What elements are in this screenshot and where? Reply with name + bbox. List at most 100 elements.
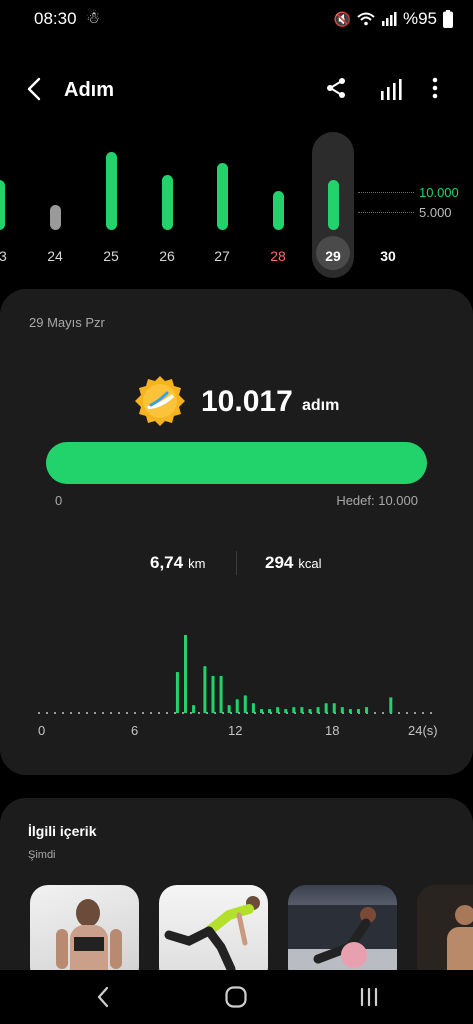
battery-percent: %95 — [402, 9, 437, 28]
day-bar-23[interactable] — [0, 180, 5, 230]
baseline-dot — [150, 712, 152, 714]
battery-icon — [443, 10, 453, 28]
weekly-steps-chart[interactable]: 10.000 5.000 23 24 25 26 27 28 29 30 — [0, 128, 473, 288]
hour-tick-label: 6 — [131, 723, 139, 738]
goal-line-low — [358, 212, 414, 213]
hour-bar — [268, 709, 272, 713]
baseline-dot — [398, 712, 400, 714]
nav-recents-icon[interactable] — [356, 984, 382, 1010]
goal-progress-fill — [46, 442, 427, 484]
hour-bar — [292, 707, 296, 713]
mute-icon: 🔇 — [333, 10, 351, 27]
baseline-dot — [86, 712, 88, 714]
hour-bar — [192, 705, 196, 713]
day-bar-29[interactable] — [327, 180, 339, 230]
day-label-29[interactable]: 29 — [313, 248, 353, 264]
accessibility-icon: ☃ — [86, 10, 101, 27]
goal-progress-bar — [46, 442, 427, 484]
nav-back-icon[interactable] — [91, 984, 117, 1010]
baseline-dot — [118, 712, 120, 714]
hour-bar — [243, 695, 247, 713]
baseline-dot — [414, 712, 416, 714]
hour-bar — [340, 707, 344, 713]
baseline-dot — [382, 712, 384, 714]
goal-high-label: 10.000 — [419, 185, 459, 200]
signal-icon — [381, 12, 397, 26]
more-options-icon[interactable] — [425, 76, 445, 100]
distance-value: 6,74 — [150, 553, 184, 572]
baseline-dot — [110, 712, 112, 714]
baseline-dot — [126, 712, 128, 714]
distance-metric: 6,74 km — [150, 553, 205, 573]
day-bar-26[interactable] — [161, 175, 173, 230]
hour-bar — [348, 709, 352, 713]
hour-bar — [332, 703, 336, 713]
status-bar: 08:30 ☃ 🔇 %95 — [0, 0, 473, 36]
baseline-dot — [134, 712, 136, 714]
day-bar-27[interactable] — [216, 162, 228, 230]
hour-tick-label: 18 — [325, 723, 340, 738]
day-label-27[interactable]: 27 — [202, 248, 242, 264]
hour-tick-label: 0 — [38, 723, 46, 738]
hour-bar — [276, 707, 280, 713]
baseline-dot — [142, 712, 144, 714]
baseline-dot — [102, 712, 104, 714]
baseline-dot — [430, 712, 432, 714]
hour-bar — [259, 709, 263, 713]
baseline-dot — [46, 712, 48, 714]
baseline-dot — [174, 712, 176, 714]
nav-home-icon[interactable] — [223, 984, 249, 1010]
day-label-25[interactable]: 25 — [91, 248, 131, 264]
baseline-dot — [422, 712, 424, 714]
goal-line-high — [358, 192, 414, 193]
baseline-dot — [38, 712, 40, 714]
hour-bar — [184, 635, 187, 713]
app-header: Adım — [0, 60, 473, 120]
hour-bar — [389, 697, 393, 713]
baseline-dot — [70, 712, 72, 714]
baseline-dot — [374, 712, 376, 714]
hour-bar — [227, 705, 231, 713]
day-label-28[interactable]: 28 — [258, 248, 298, 264]
day-bar-24[interactable] — [49, 204, 61, 230]
baseline-dot — [190, 712, 192, 714]
progress-goal-label: Hedef: 10.000 — [336, 493, 418, 508]
hour-tick-label: 24(s) — [408, 723, 438, 738]
related-title: İlgili içerik — [28, 823, 97, 839]
trends-icon[interactable] — [379, 78, 403, 102]
day-label-23[interactable]: 23 — [0, 248, 19, 264]
steps-unit: adım — [302, 397, 340, 414]
steps-count: 10.017 — [201, 385, 293, 418]
day-label-26[interactable]: 26 — [147, 248, 187, 264]
hour-bar — [219, 675, 223, 713]
goal-low-label: 5.000 — [419, 205, 452, 220]
system-nav-bar — [0, 970, 473, 1024]
day-label-30[interactable]: 30 — [368, 248, 408, 264]
day-bar-28[interactable] — [272, 191, 284, 230]
baseline-dot — [78, 712, 80, 714]
back-icon[interactable] — [22, 76, 48, 102]
baseline-dot — [94, 712, 96, 714]
share-icon[interactable] — [324, 76, 348, 100]
hour-bar — [300, 707, 304, 713]
calories-value: 294 — [265, 553, 294, 572]
related-subtitle: Şimdi — [28, 849, 56, 861]
hour-bar — [211, 675, 215, 713]
wifi-icon — [357, 12, 375, 26]
hour-bar — [356, 709, 360, 713]
page-title: Adım — [64, 79, 114, 101]
baseline-dot — [198, 712, 200, 714]
day-label-24[interactable]: 24 — [35, 248, 75, 264]
hour-bar — [175, 672, 179, 713]
hour-bar — [203, 666, 207, 713]
selected-date: 29 Mayıs Pzr — [29, 315, 105, 330]
baseline-dot — [182, 712, 184, 714]
hour-bar — [365, 707, 369, 713]
calories-metric: 294 kcal — [265, 553, 322, 573]
day-bar-25[interactable] — [105, 151, 117, 230]
baseline-dot — [158, 712, 160, 714]
distance-unit: km — [188, 556, 206, 571]
baseline-dot — [406, 712, 408, 714]
progress-min-label: 0 — [55, 493, 63, 508]
hour-bar — [235, 699, 239, 713]
